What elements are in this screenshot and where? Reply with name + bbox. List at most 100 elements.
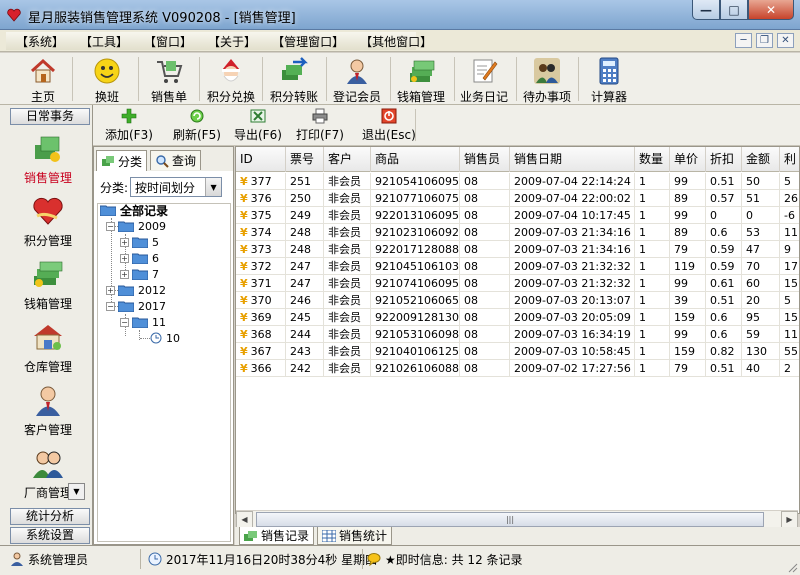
menu-tools[interactable]: 【工具】 xyxy=(76,33,132,50)
print-button[interactable]: 打印(F7) xyxy=(296,108,344,143)
shift-change-button[interactable]: 换班 xyxy=(90,53,124,105)
collapse-icon[interactable]: − xyxy=(120,317,129,327)
scroll-thumb[interactable]: ||| xyxy=(256,512,764,527)
resize-grip-icon[interactable] xyxy=(786,561,798,573)
clock-icon xyxy=(150,332,162,344)
points-transfer-button[interactable]: 积分转账 xyxy=(266,53,322,105)
table-row[interactable]: ¥375 249 非会员 9220131060952 08 2009-07-04 10:1… xyxy=(236,207,799,224)
table-row[interactable]: ¥372 247 非会员 9210451061036 08 2009-07-03 21:3… xyxy=(236,258,799,275)
tree-node-2009-5[interactable]: + 5 xyxy=(120,234,159,250)
horizontal-scrollbar[interactable]: ◀ ||| ▶ xyxy=(236,510,798,528)
tree-node-2009[interactable]: − 2009 xyxy=(106,218,166,234)
scroll-right-icon[interactable]: ▶ xyxy=(781,511,798,528)
exit-button[interactable]: 退出(Esc) xyxy=(362,108,416,143)
cell-profit: 5 xyxy=(780,173,799,190)
col-sale-date[interactable]: 销售日期 xyxy=(510,147,635,172)
nav-scroll-down-icon[interactable]: ▼ xyxy=(68,483,85,500)
minimize-button[interactable]: — xyxy=(692,0,720,20)
expand-icon[interactable]: + xyxy=(120,269,129,279)
cell-sale-date: 2009-07-04 22:14:24 xyxy=(510,173,635,190)
nav-item-points[interactable]: 积分管理 xyxy=(8,194,88,254)
table-row[interactable]: ¥376 250 非会员 9210771060757 08 2009-07-04 22:0… xyxy=(236,190,799,207)
cashbox-button[interactable]: 钱箱管理 xyxy=(394,53,448,105)
filter-select[interactable]: 按时间划分 ▼ xyxy=(130,177,223,197)
tree-node-2012[interactable]: + 2012 xyxy=(106,282,166,298)
nav-header-daily[interactable]: 日常事务 xyxy=(10,108,90,125)
cell-customer: 非会员 xyxy=(324,207,371,224)
mdi-minimize-button[interactable]: ─ xyxy=(735,33,752,48)
expand-icon[interactable]: + xyxy=(120,237,129,247)
close-button[interactable]: ✕ xyxy=(748,0,794,20)
business-diary-button[interactable]: 业务日记 xyxy=(457,53,511,105)
col-price[interactable]: 单价 xyxy=(670,147,706,172)
tree-node-2017-11-10[interactable]: 10 xyxy=(150,330,180,346)
col-profit[interactable]: 利 xyxy=(780,147,799,172)
menu-about[interactable]: 【关于】 xyxy=(204,33,260,50)
menu-other-window[interactable]: 【其他窗口】 xyxy=(356,33,436,50)
todo-button[interactable]: 待办事项 xyxy=(520,53,574,105)
col-product[interactable]: 商品 xyxy=(371,147,460,172)
cell-ticket: 245 xyxy=(286,309,324,326)
scroll-left-icon[interactable]: ◀ xyxy=(236,511,253,528)
col-customer[interactable]: 客户 xyxy=(324,147,371,172)
collapse-icon[interactable]: − xyxy=(106,301,115,311)
cell-amount: 0 xyxy=(742,207,780,224)
table-row[interactable]: ¥366 242 非会员 9210261060885 08 2009-07-02 17:2… xyxy=(236,360,799,377)
tab-sales-stats[interactable]: 销售统计 xyxy=(317,527,393,545)
nav-item-customers[interactable]: 客户管理 xyxy=(8,383,88,443)
tree-node-all-records[interactable]: 全部记录 xyxy=(100,202,168,218)
expand-icon[interactable]: + xyxy=(120,253,129,263)
table-row[interactable]: ¥368 244 非会员 9210531060980 08 2009-07-03 16:3… xyxy=(236,326,799,343)
printer-icon xyxy=(312,108,328,124)
cell-amount: 51 xyxy=(742,190,780,207)
register-member-button[interactable]: 登记会员 xyxy=(330,53,384,105)
cell-customer: 非会员 xyxy=(324,258,371,275)
cell-id: ¥370 xyxy=(236,292,286,309)
cell-id: ¥372 xyxy=(236,258,286,275)
tab-query[interactable]: 查询 xyxy=(150,150,202,170)
tree-node-2009-6[interactable]: + 6 xyxy=(120,250,159,266)
menu-manage-window[interactable]: 【管理窗口】 xyxy=(268,33,348,50)
table-row[interactable]: ¥367 243 非会员 9210401061253 08 2009-07-03 10:5… xyxy=(236,343,799,360)
tab-category[interactable]: 分类 xyxy=(96,150,148,171)
col-salesperson[interactable]: 销售员 xyxy=(460,147,510,172)
export-button[interactable]: 导出(F6) xyxy=(234,108,282,143)
maximize-button[interactable]: □ xyxy=(720,0,748,20)
col-qty[interactable]: 数量 xyxy=(635,147,670,172)
col-amount[interactable]: 金额 xyxy=(742,147,780,172)
refresh-button[interactable]: 刷新(F5) xyxy=(173,108,221,143)
cell-product: 9220171280884 xyxy=(371,241,460,258)
menu-system[interactable]: 【系统】 xyxy=(12,33,68,50)
folder-icon xyxy=(132,237,148,248)
col-id[interactable]: ID xyxy=(236,147,286,172)
add-button[interactable]: 添加(F3) xyxy=(105,108,153,143)
table-row[interactable]: ¥369 245 非会员 9220091281305 08 2009-07-03 20:0… xyxy=(236,309,799,326)
nav-item-warehouse[interactable]: 仓库管理 xyxy=(8,320,88,380)
mdi-restore-button[interactable]: ❐ xyxy=(756,33,773,48)
nav-item-sales[interactable]: 销售管理 xyxy=(8,131,88,191)
nav-header-settings[interactable]: 系统设置 xyxy=(10,527,90,544)
points-redeem-button[interactable]: 积分兑换 xyxy=(204,53,258,105)
tree-node-2017-11[interactable]: − 11 xyxy=(120,314,166,330)
nav-item-cashbox[interactable]: 钱箱管理 xyxy=(8,257,88,317)
yen-icon: ¥ xyxy=(240,209,248,222)
home-button[interactable]: 主页 xyxy=(26,53,60,105)
collapse-icon[interactable]: − xyxy=(106,221,115,231)
sales-order-button[interactable]: 销售单 xyxy=(148,53,190,105)
tree-node-2017[interactable]: − 2017 xyxy=(106,298,166,314)
col-discount[interactable]: 折扣 xyxy=(706,147,742,172)
table-row[interactable]: ¥370 246 非会员 9210521060655 08 2009-07-03 20:1… xyxy=(236,292,799,309)
cell-id: ¥369 xyxy=(236,309,286,326)
menu-window[interactable]: 【窗口】 xyxy=(140,33,196,50)
mdi-close-button[interactable]: ✕ xyxy=(777,33,794,48)
calculator-button[interactable]: 计算器 xyxy=(588,53,630,105)
table-row[interactable]: ¥373 248 非会员 9220171280884 08 2009-07-03 21:3… xyxy=(236,241,799,258)
table-row[interactable]: ¥377 251 非会员 9210541060956 08 2009-07-04 22:1… xyxy=(236,173,799,190)
table-row[interactable]: ¥371 247 非会员 9210741060954 08 2009-07-03 21:3… xyxy=(236,275,799,292)
expand-icon[interactable]: + xyxy=(106,285,115,295)
tab-sales-records[interactable]: 销售记录 xyxy=(239,527,315,545)
nav-header-statistics[interactable]: 统计分析 xyxy=(10,508,90,525)
tree-node-2009-7[interactable]: + 7 xyxy=(120,266,159,282)
col-ticket[interactable]: 票号 xyxy=(286,147,324,172)
table-row[interactable]: ¥374 248 非会员 9210231060921 08 2009-07-03 21:3… xyxy=(236,224,799,241)
